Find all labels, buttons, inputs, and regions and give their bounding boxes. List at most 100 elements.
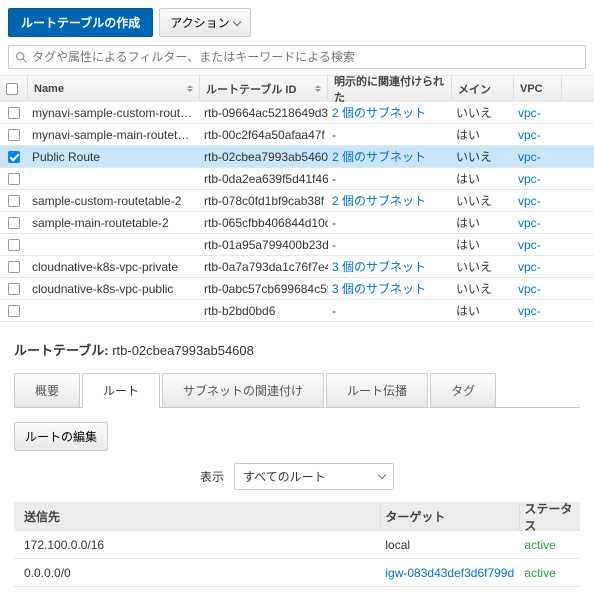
- cell-name: sample-custom-routetable-2: [28, 194, 200, 208]
- chevron-down-icon: [378, 471, 386, 479]
- cell-vpc[interactable]: vpc-: [514, 194, 562, 208]
- col-header-destination[interactable]: 送信先: [14, 503, 381, 530]
- table-row[interactable]: rtb-0da2ea639f5d41f46-はいvpc-: [0, 168, 594, 190]
- route-row: 0.0.0.0/0igw-083d43def3d6f799dactive: [14, 559, 580, 587]
- select-all-checkbox[interactable]: [6, 83, 18, 95]
- cell-vpc[interactable]: vpc-: [514, 216, 562, 230]
- cell-id: rtb-078c0fd1bf9cab38f: [200, 194, 328, 208]
- row-checkbox[interactable]: [8, 239, 20, 251]
- row-checkbox[interactable]: [8, 173, 20, 185]
- display-label: 表示: [200, 468, 224, 485]
- cell-main: はい: [452, 126, 514, 143]
- search-input[interactable]: [32, 50, 579, 64]
- cell-name: Public Route: [28, 150, 200, 164]
- cell-assoc[interactable]: 2 個のサブネット: [328, 148, 452, 165]
- cell-main: いいえ: [452, 192, 514, 209]
- cell-id: rtb-b2bd0bd6: [200, 304, 328, 318]
- row-checkbox[interactable]: [8, 261, 20, 273]
- select-all-cell: [0, 76, 28, 101]
- cell-id: rtb-0abc57cb699684c5f: [200, 282, 328, 296]
- cell-name: mynavi-sample-main-routetable: [28, 128, 200, 142]
- route-tables-grid: Name ルートテーブル ID 明示的に関連付けられた メイン VPC myna…: [0, 75, 594, 322]
- tab-routes[interactable]: ルート: [82, 373, 160, 408]
- cell-vpc[interactable]: vpc-: [514, 304, 562, 318]
- display-filter-select[interactable]: すべてのルート: [234, 463, 394, 490]
- cell-status: active: [520, 538, 580, 552]
- cell-name: cloudnative-k8s-vpc-public: [28, 282, 200, 296]
- row-checkbox[interactable]: [8, 195, 20, 207]
- cell-main: いいえ: [452, 258, 514, 275]
- row-checkbox[interactable]: [8, 283, 20, 295]
- cell-vpc[interactable]: vpc-: [514, 282, 562, 296]
- cell-name: sample-main-routetable-2: [28, 216, 200, 230]
- details-tabs: 概要 ルート サブネットの関連付け ルート伝播 タグ: [14, 373, 580, 408]
- grid-header-row: Name ルートテーブル ID 明示的に関連付けられた メイン VPC: [0, 76, 594, 102]
- cell-id: rtb-065cfbb406844d10c: [200, 216, 328, 230]
- cell-id: rtb-09664ac5218649d3b: [200, 106, 328, 120]
- cell-main: はい: [452, 170, 514, 187]
- cell-assoc: -: [328, 216, 452, 230]
- actions-label: アクション: [170, 14, 229, 31]
- table-row[interactable]: rtb-01a95a799400b23db-はいvpc-: [0, 234, 594, 256]
- sort-icon: [315, 85, 321, 92]
- actions-dropdown-button[interactable]: アクション: [159, 8, 250, 37]
- col-header-main[interactable]: メイン: [452, 76, 514, 101]
- cell-main: いいえ: [452, 280, 514, 297]
- cell-vpc[interactable]: vpc-: [514, 128, 562, 142]
- row-checkbox[interactable]: [8, 217, 20, 229]
- col-header-assoc[interactable]: 明示的に関連付けられた: [328, 76, 452, 101]
- cell-id: rtb-0a7a793da1c76f7e4: [200, 260, 328, 274]
- cell-vpc[interactable]: vpc-: [514, 172, 562, 186]
- cell-vpc[interactable]: vpc-: [514, 150, 562, 164]
- table-row[interactable]: mynavi-sample-main-routetablertb-00c2f64…: [0, 124, 594, 146]
- tab-tags[interactable]: タグ: [430, 373, 496, 407]
- cell-destination: 172.100.0.0/16: [14, 538, 381, 552]
- filter-search-box[interactable]: [8, 45, 586, 69]
- cell-vpc[interactable]: vpc-: [514, 260, 562, 274]
- cell-assoc[interactable]: 3 個のサブネット: [328, 280, 452, 297]
- tab-summary[interactable]: 概要: [14, 373, 80, 407]
- cell-id: rtb-01a95a799400b23db: [200, 238, 328, 252]
- row-checkbox[interactable]: [8, 107, 20, 119]
- chevron-down-icon: [232, 17, 240, 25]
- cell-assoc: -: [328, 304, 452, 318]
- cell-main: いいえ: [452, 148, 514, 165]
- cell-destination: 0.0.0.0/0: [14, 566, 381, 580]
- cell-assoc: -: [328, 128, 452, 142]
- tab-subnet-assoc[interactable]: サブネットの関連付け: [162, 373, 324, 407]
- table-row[interactable]: Public Routertb-02cbea7993ab546082 個のサブネ…: [0, 146, 594, 168]
- routes-header-row: 送信先 ターゲット ステータス: [14, 503, 580, 531]
- table-row[interactable]: cloudnative-k8s-vpc-publicrtb-0abc57cb69…: [0, 278, 594, 300]
- routes-table: 送信先 ターゲット ステータス 172.100.0.0/16localactiv…: [14, 502, 580, 587]
- cell-id: rtb-00c2f64a50afaa47f: [200, 128, 328, 142]
- edit-routes-button[interactable]: ルートの編集: [14, 422, 108, 451]
- cell-vpc[interactable]: vpc-: [514, 106, 562, 120]
- row-checkbox[interactable]: [8, 129, 20, 141]
- table-row[interactable]: sample-custom-routetable-2rtb-078c0fd1bf…: [0, 190, 594, 212]
- row-checkbox[interactable]: [8, 305, 20, 317]
- cell-main: はい: [452, 302, 514, 319]
- cell-id: rtb-02cbea7993ab54608: [200, 150, 328, 164]
- details-title: ルートテーブル: rtb-02cbea7993ab54608: [14, 340, 580, 359]
- cell-vpc[interactable]: vpc-: [514, 238, 562, 252]
- col-header-status[interactable]: ステータス: [520, 503, 580, 530]
- row-checkbox[interactable]: [8, 151, 20, 163]
- cell-assoc[interactable]: 2 個のサブネット: [328, 192, 452, 209]
- col-header-id[interactable]: ルートテーブル ID: [200, 76, 328, 101]
- table-row[interactable]: mynavi-sample-custom-routetablertb-09664…: [0, 102, 594, 124]
- create-route-table-button[interactable]: ルートテーブルの作成: [8, 8, 153, 37]
- cell-assoc[interactable]: 2 個のサブネット: [328, 104, 452, 121]
- col-header-target[interactable]: ターゲット: [381, 503, 520, 530]
- tab-route-prop[interactable]: ルート伝播: [326, 373, 428, 407]
- cell-name: cloudnative-k8s-vpc-private: [28, 260, 200, 274]
- table-row[interactable]: rtb-b2bd0bd6-はいvpc-: [0, 300, 594, 322]
- table-row[interactable]: sample-main-routetable-2rtb-065cfbb40684…: [0, 212, 594, 234]
- col-header-vpc[interactable]: VPC: [514, 76, 562, 101]
- cell-main: はい: [452, 214, 514, 231]
- cell-target[interactable]: igw-083d43def3d6f799d: [381, 566, 520, 580]
- cell-id: rtb-0da2ea639f5d41f46: [200, 172, 328, 186]
- cell-target: local: [381, 538, 520, 552]
- cell-assoc[interactable]: 3 個のサブネット: [328, 258, 452, 275]
- table-row[interactable]: cloudnative-k8s-vpc-privatertb-0a7a793da…: [0, 256, 594, 278]
- col-header-name[interactable]: Name: [28, 76, 200, 101]
